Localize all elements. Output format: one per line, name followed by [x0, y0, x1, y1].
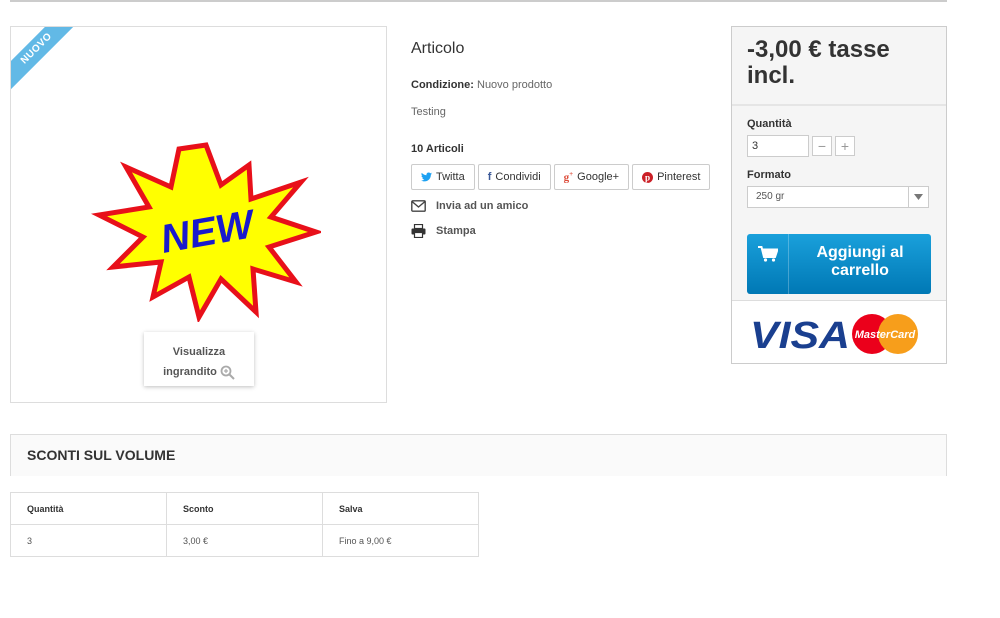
new-ribbon: NUOVO: [11, 27, 87, 99]
product-price: -3,00 € tasse incl.: [732, 27, 946, 106]
facebook-icon: f: [487, 171, 492, 183]
table-header-row: Quantità Sconto Salva: [10, 492, 479, 525]
zoom-label-2: ingrandito: [163, 366, 217, 378]
cell-quantity: 3: [10, 524, 167, 557]
add-to-cart-label: Aggiungi al carrello: [816, 244, 904, 279]
cell-discount: 3,00 €: [166, 524, 323, 557]
new-burst-image[interactable]: NEW: [91, 137, 321, 322]
payment-logos: VISA MasterCard: [732, 300, 946, 363]
stock-count: 10 Articoli: [411, 143, 464, 155]
product-condition: Condizione: Nuovo prodotto: [411, 79, 552, 91]
chevron-down-icon: [908, 187, 928, 207]
magnifier-icon: [220, 365, 235, 380]
share-twitter-label: Twitta: [436, 171, 465, 183]
format-label: Formato: [747, 169, 791, 181]
envelope-icon: [411, 200, 426, 212]
quantity-input[interactable]: [747, 135, 809, 157]
product-image-box: NUOVO NEW Visualizza ingrandito: [10, 26, 387, 403]
visa-logo: VISA: [750, 315, 850, 357]
share-pinterest-button[interactable]: p Pinterest: [632, 164, 711, 190]
mastercard-text: MasterCard: [855, 329, 916, 341]
share-googleplus-button[interactable]: g+ Google+: [553, 164, 630, 190]
share-twitter-button[interactable]: Twitta: [411, 164, 475, 190]
zoom-label-1: Visualizza: [172, 346, 226, 358]
add-to-cart-button[interactable]: Aggiungi al carrello: [747, 234, 931, 294]
cart-icon: [747, 234, 789, 294]
share-facebook-button[interactable]: f Condividi: [477, 164, 551, 190]
format-selected-value: 250 gr: [756, 191, 785, 202]
quantity-label: Quantità: [747, 118, 792, 130]
product-title: Articolo: [411, 40, 465, 57]
share-buttons: Twitta f Condividi g+ Google+ p Pinteres…: [411, 164, 711, 190]
buy-box: -3,00 € tasse incl. Quantità − + Formato…: [731, 26, 947, 364]
send-to-friend-label: Invia ad un amico: [436, 200, 529, 212]
printer-icon: [411, 224, 426, 238]
mastercard-logo: MasterCard: [852, 314, 918, 354]
print-link[interactable]: Stampa: [411, 224, 476, 238]
volume-discounts-table: Quantità Sconto Salva 3 3,00 € Fino a 9,…: [10, 492, 479, 557]
print-label: Stampa: [436, 225, 476, 237]
pinterest-icon: p: [642, 171, 654, 183]
table-row: 3 3,00 € Fino a 9,00 €: [10, 524, 479, 557]
share-facebook-label: Condividi: [495, 171, 541, 183]
send-to-friend-link[interactable]: Invia ad un amico: [411, 200, 528, 212]
quantity-decrease-button[interactable]: −: [812, 136, 832, 156]
column-header-discount: Sconto: [166, 492, 323, 525]
cell-save: Fino a 9,00 €: [322, 524, 479, 557]
column-header-quantity: Quantità: [10, 492, 167, 525]
format-select[interactable]: 250 gr: [747, 186, 929, 208]
volume-discounts-title: SCONTI SUL VOLUME: [10, 434, 947, 476]
twitter-icon: [421, 172, 432, 182]
svg-text:p: p: [645, 172, 650, 182]
product-description: Testing: [411, 106, 446, 118]
share-googleplus-label: Google+: [577, 171, 620, 183]
quantity-increase-button[interactable]: +: [835, 136, 855, 156]
condition-label: Condizione:: [411, 79, 474, 91]
column-header-save: Salva: [322, 492, 479, 525]
condition-value: Nuovo prodotto: [477, 79, 553, 91]
share-pinterest-label: Pinterest: [657, 171, 701, 183]
zoom-button[interactable]: Visualizza ingrandito: [144, 332, 254, 386]
top-divider: [10, 0, 947, 2]
google-plus-icon: g+: [563, 170, 574, 184]
